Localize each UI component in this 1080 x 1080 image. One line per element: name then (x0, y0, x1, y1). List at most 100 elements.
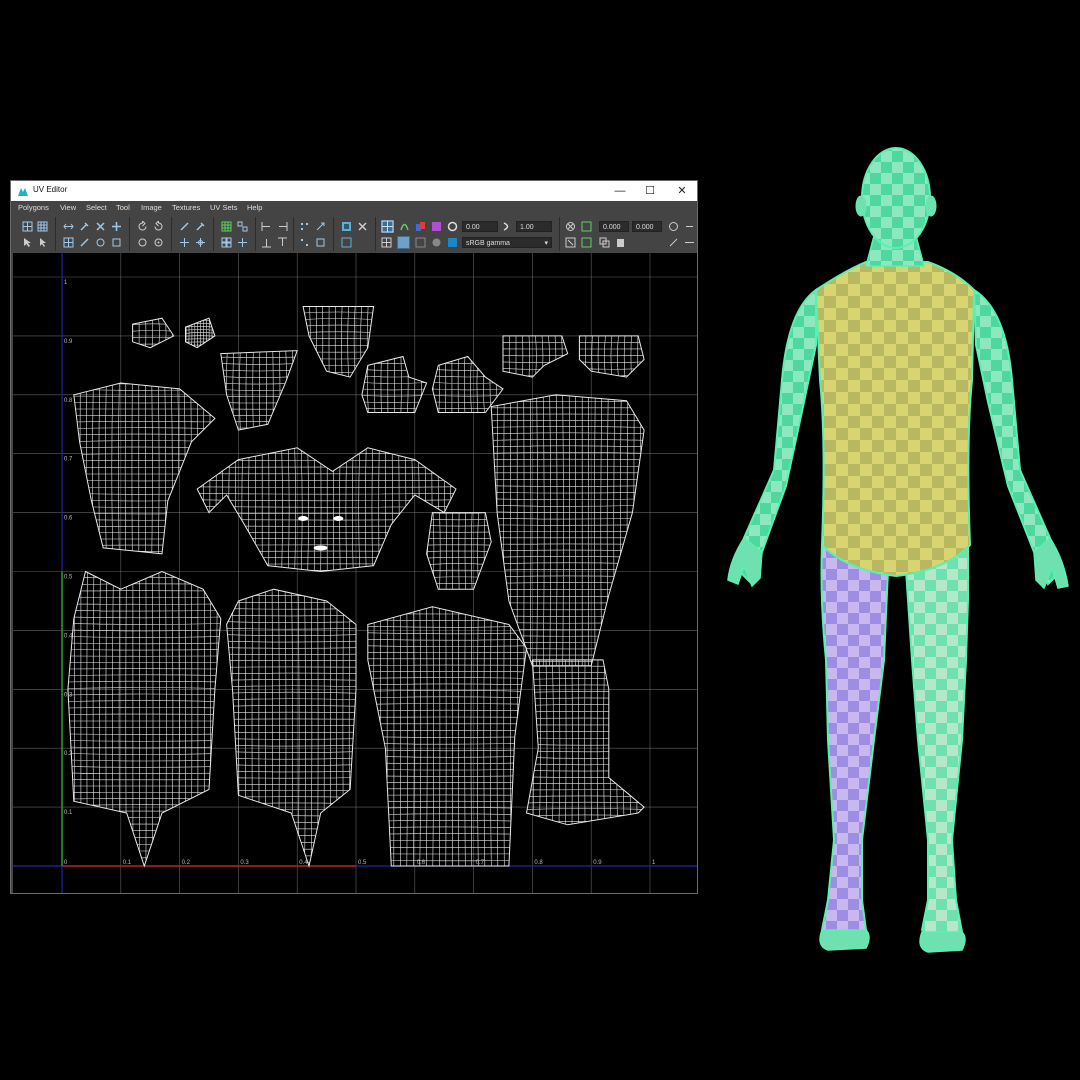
select-shell-icon[interactable] (565, 237, 576, 248)
v-coordinate-field[interactable]: 0.000 (632, 221, 662, 232)
smudge-icon[interactable] (79, 237, 90, 248)
color-management-icon[interactable] (447, 237, 458, 248)
rotate-cw-icon[interactable] (153, 221, 164, 232)
gamma-icon[interactable] (502, 221, 513, 232)
relax-icon[interactable] (668, 237, 679, 248)
uv-shell-leg-back[interactable] (367, 606, 527, 866)
uv-shell-torso-back[interactable] (67, 571, 221, 867)
toolbar-separator (293, 217, 294, 251)
symmetry-icon[interactable] (315, 221, 326, 232)
uv-shell-foot-top-right[interactable] (303, 306, 374, 378)
link-uv-icon[interactable] (684, 221, 695, 232)
texture-border-icon[interactable] (415, 237, 426, 248)
uv-grid-icon[interactable] (37, 221, 48, 232)
distribute-icon[interactable] (221, 237, 232, 248)
orient-shells-icon[interactable] (237, 237, 248, 248)
menu-help[interactable]: Help (247, 203, 262, 212)
uv-viewport[interactable]: 1 0.9 0.8 0.7 0.6 0.5 0.4 0.3 0.2 0.1 0 0.1 0.2 0.3 0.… (13, 253, 697, 893)
rotate-free-icon[interactable] (153, 237, 164, 248)
u-tick-label: 0.1 (123, 860, 132, 866)
isolate-icon[interactable] (565, 221, 576, 232)
menu-uv-sets[interactable]: UV Sets (210, 203, 238, 212)
u-tick-label: 0.8 (534, 860, 543, 866)
uv-shell-border (490, 394, 645, 667)
reset-exposure-icon[interactable] (447, 221, 458, 232)
window-title: UV Editor (33, 185, 68, 194)
layout-icon[interactable] (221, 221, 232, 232)
maximize-button[interactable]: ☐ (635, 181, 665, 201)
copy-uv-icon[interactable] (599, 237, 610, 248)
scale-tool-icon[interactable] (195, 237, 206, 248)
image-display-icon[interactable] (341, 221, 352, 232)
display-distortion-icon[interactable] (399, 221, 410, 232)
uv-shell-eye-left[interactable] (132, 317, 174, 348)
unfold-icon[interactable] (95, 237, 106, 248)
v-tick-label: 0.5 (64, 575, 73, 581)
image-toggle-icon[interactable] (341, 237, 352, 248)
refresh-uv-icon[interactable] (668, 221, 679, 232)
toolbar: 0.00 1.00 sRGB gamma ▾ 0.000 0.000 (11, 215, 697, 253)
menu-image[interactable]: Image (141, 203, 162, 212)
u-tick-label: 0.9 (593, 860, 602, 866)
paste-uv-icon[interactable] (615, 237, 626, 248)
stack-shells-icon[interactable] (237, 221, 248, 232)
align-right-icon[interactable] (277, 221, 288, 232)
uv-shell-hand-right[interactable] (432, 356, 503, 413)
minimize-button[interactable]: — (605, 181, 635, 201)
exposure-icon[interactable] (431, 221, 442, 232)
cut-uv-icon[interactable] (95, 221, 106, 232)
rotate-ccw-icon[interactable] (137, 221, 148, 232)
rotate-90-icon[interactable] (137, 237, 148, 248)
udim-icon[interactable] (581, 237, 592, 248)
align-left-icon[interactable] (261, 221, 272, 232)
character-foot-right (819, 929, 870, 951)
u-coordinate-field[interactable]: 0.000 (599, 221, 629, 232)
wireframe-toggle-icon[interactable] (381, 237, 392, 248)
menu-textures[interactable]: Textures (172, 203, 200, 212)
menu-select[interactable]: Select (86, 203, 107, 212)
uv-shell-head-face[interactable] (197, 447, 456, 572)
display-color-icon[interactable] (415, 221, 426, 232)
color-space-select[interactable]: sRGB gamma ▾ (462, 237, 552, 248)
pin-icon[interactable] (79, 221, 90, 232)
close-button[interactable]: ✕ (667, 181, 697, 201)
flip-u-icon[interactable] (63, 221, 74, 232)
uv-canvas[interactable]: 10.90.80.70.60.50.40.30.20.10 0.1 0.2 0.3 0.… (13, 253, 697, 893)
uv-shell-icon[interactable] (22, 221, 33, 232)
eyedropper-icon[interactable] (195, 221, 206, 232)
uv-shell-hand-side-left[interactable] (502, 335, 568, 378)
shuffle-icon[interactable] (357, 221, 368, 232)
menu-bar: Polygons View Select Tool Image Textures… (11, 201, 697, 215)
lasso-select-icon[interactable] (37, 237, 48, 248)
uv-shell-border (132, 317, 175, 349)
checker-map-icon[interactable] (381, 220, 394, 233)
align-bottom-icon[interactable] (261, 237, 272, 248)
measure-icon[interactable] (684, 237, 695, 248)
select-arrow-icon[interactable] (22, 237, 33, 248)
uv-shell-leg-front[interactable] (490, 394, 645, 666)
title-bar[interactable]: UV Editor — ☐ ✕ (11, 181, 697, 201)
sphere-icon[interactable] (431, 237, 442, 248)
grid-snap-icon[interactable] (63, 237, 74, 248)
uv-shell-upper-arm[interactable] (73, 383, 215, 554)
exposure-field[interactable]: 0.00 (462, 221, 498, 232)
move-tool-icon[interactable] (179, 237, 190, 248)
texel-density-icon[interactable] (299, 237, 310, 248)
uv-shell-soles[interactable] (426, 512, 492, 590)
uv-shell-lower-leg[interactable] (526, 659, 645, 825)
menu-polygons[interactable]: Polygons (18, 203, 49, 212)
match-grid-icon[interactable] (315, 237, 326, 248)
optimize-icon[interactable] (111, 237, 122, 248)
gamma-field[interactable]: 1.00 (516, 221, 552, 232)
straighten-icon[interactable] (179, 221, 190, 232)
align-top-icon[interactable] (277, 237, 288, 248)
uv-shell-hand-side-right[interactable] (579, 335, 645, 378)
chevron-down-icon: ▾ (544, 240, 548, 247)
menu-tool[interactable]: Tool (116, 203, 130, 212)
menu-view[interactable]: View (60, 203, 76, 212)
sew-uv-icon[interactable] (111, 221, 122, 232)
snapshot-icon[interactable] (299, 221, 310, 232)
shell-filter-icon[interactable] (581, 221, 592, 232)
uv-shell-foot-top-left[interactable] (220, 350, 298, 431)
shaded-toggle-icon[interactable] (397, 236, 410, 249)
